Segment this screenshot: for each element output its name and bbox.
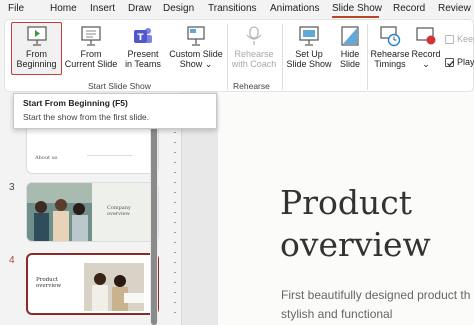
- from-current-label-1: From: [80, 49, 102, 59]
- hide-slide-button[interactable]: Hide Slide: [335, 25, 365, 69]
- group-label-rehearse: Rehearse: [233, 81, 270, 91]
- setup-show-label-2: Slide Show: [286, 59, 332, 69]
- slide-subtitle-line-1: First beautifully designed product th: [281, 288, 471, 302]
- tooltip-title: Start From Beginning (F5): [23, 98, 128, 108]
- coach-icon: [246, 26, 262, 45]
- record-label: Record: [411, 49, 441, 59]
- rehearse-coach-label-1: Rehearse: [234, 49, 274, 59]
- keep-checkbox[interactable]: Keep: [445, 34, 474, 45]
- group-separator: [282, 24, 283, 90]
- setup-show-label-1: Set Up: [295, 49, 323, 59]
- from-beginning-label-1: From: [26, 49, 47, 59]
- slide-number-3: 3: [9, 182, 15, 193]
- rehearse-timings-label-2: Timings: [374, 59, 406, 69]
- slide-thumbnail-2[interactable]: About us: [26, 124, 159, 174]
- slideshow-start-icon: [26, 26, 47, 46]
- thumbnail-4-text: Product overview: [36, 277, 62, 289]
- thumbnail-4-photo: [84, 263, 144, 311]
- tooltip-start-from-beginning: Start From Beginning (F5) Start the show…: [13, 93, 217, 129]
- slide-title-line-2: overview: [280, 225, 431, 264]
- keep-label: Keep: [457, 34, 474, 44]
- setup-show-icon: [299, 26, 319, 46]
- tab-record[interactable]: Record: [393, 3, 425, 14]
- tab-insert[interactable]: Insert: [90, 3, 115, 14]
- play-checkbox-box: [445, 58, 454, 68]
- svg-text:T: T: [137, 33, 144, 43]
- set-up-slide-show-button[interactable]: Set Up Slide Show: [284, 25, 334, 69]
- custom-slide-show-button[interactable]: Custom Slide Show ⌄: [166, 25, 226, 69]
- keep-checkbox-box: [445, 35, 454, 45]
- rehearse-with-coach-button[interactable]: Rehearse with Coach: [229, 25, 279, 69]
- check-icon: [447, 60, 454, 67]
- group-separator: [227, 24, 228, 90]
- group-label-start-slide-show: Start Slide Show: [88, 81, 151, 91]
- rehearse-timings-button[interactable]: Rehearse Timings: [368, 25, 412, 69]
- from-beginning-label-2: Beginning: [16, 59, 57, 69]
- hide-slide-label-2: Slide: [339, 59, 360, 69]
- timings-icon: [380, 26, 401, 47]
- tab-transitions[interactable]: Transitions: [208, 3, 257, 14]
- thumbnail-scrollbar-thumb[interactable]: [151, 100, 157, 325]
- from-current-slide-button[interactable]: From Current Slide: [62, 25, 120, 69]
- rehearse-coach-label-2: with Coach: [231, 59, 277, 69]
- tab-slide-show[interactable]: Slide Show: [332, 3, 382, 14]
- record-button[interactable]: Record ⌄: [410, 25, 442, 69]
- play-label: Play: [457, 57, 474, 67]
- active-tab-indicator: [332, 16, 379, 18]
- tab-file[interactable]: File: [8, 3, 24, 14]
- rehearse-timings-label-1: Rehearse: [370, 49, 410, 59]
- thumbnail-3-text: Company overview: [107, 205, 131, 217]
- tooltip-description: Start the show from the first slide.: [23, 112, 150, 122]
- tab-animations[interactable]: Animations: [270, 3, 319, 14]
- custom-show-label-2: Show ⌄: [179, 59, 213, 69]
- present-teams-label-1: Present: [127, 49, 159, 59]
- slide-subtitle[interactable]: First beautifully designed product th st…: [281, 286, 470, 324]
- record-chevron: ⌄: [422, 59, 430, 69]
- custom-show-label-1: Custom Slide: [169, 49, 223, 59]
- hide-slide-icon: [341, 26, 359, 46]
- slide-subtitle-line-2: stylish and functional: [281, 307, 393, 321]
- slide-thumbnail-3[interactable]: Company overview: [26, 182, 159, 242]
- play-checkbox[interactable]: Play: [445, 57, 474, 68]
- slide-thumbnail-4[interactable]: Product overview: [26, 253, 159, 315]
- tab-draw[interactable]: Draw: [128, 3, 151, 14]
- from-beginning-content: From Beginning: [12, 25, 61, 69]
- tab-home[interactable]: Home: [50, 3, 77, 14]
- slide-title[interactable]: Product overview: [280, 182, 431, 266]
- ribbon: From Beginning From Current Slide T Pres…: [4, 19, 474, 92]
- from-current-label-2: Current Slide: [64, 59, 118, 69]
- slideshow-current-icon: [81, 26, 101, 46]
- teams-icon: T: [134, 28, 152, 43]
- slide-title-line-1: Product: [280, 183, 412, 222]
- present-teams-label-2: in Teams: [125, 59, 161, 69]
- thumbnail-2-line: [87, 155, 132, 156]
- hide-slide-label-1: Hide: [340, 49, 360, 59]
- tab-design[interactable]: Design: [163, 3, 194, 14]
- slide-number-4: 4: [9, 255, 15, 266]
- thumbnail-2-text: About us: [35, 155, 58, 161]
- record-icon: [416, 27, 436, 45]
- custom-show-icon: [187, 26, 205, 46]
- present-in-teams-button[interactable]: T Present in Teams: [122, 25, 164, 69]
- tab-review[interactable]: Review: [438, 3, 471, 14]
- ribbon-tabs: File Home Insert Draw Design Transitions…: [0, 0, 474, 19]
